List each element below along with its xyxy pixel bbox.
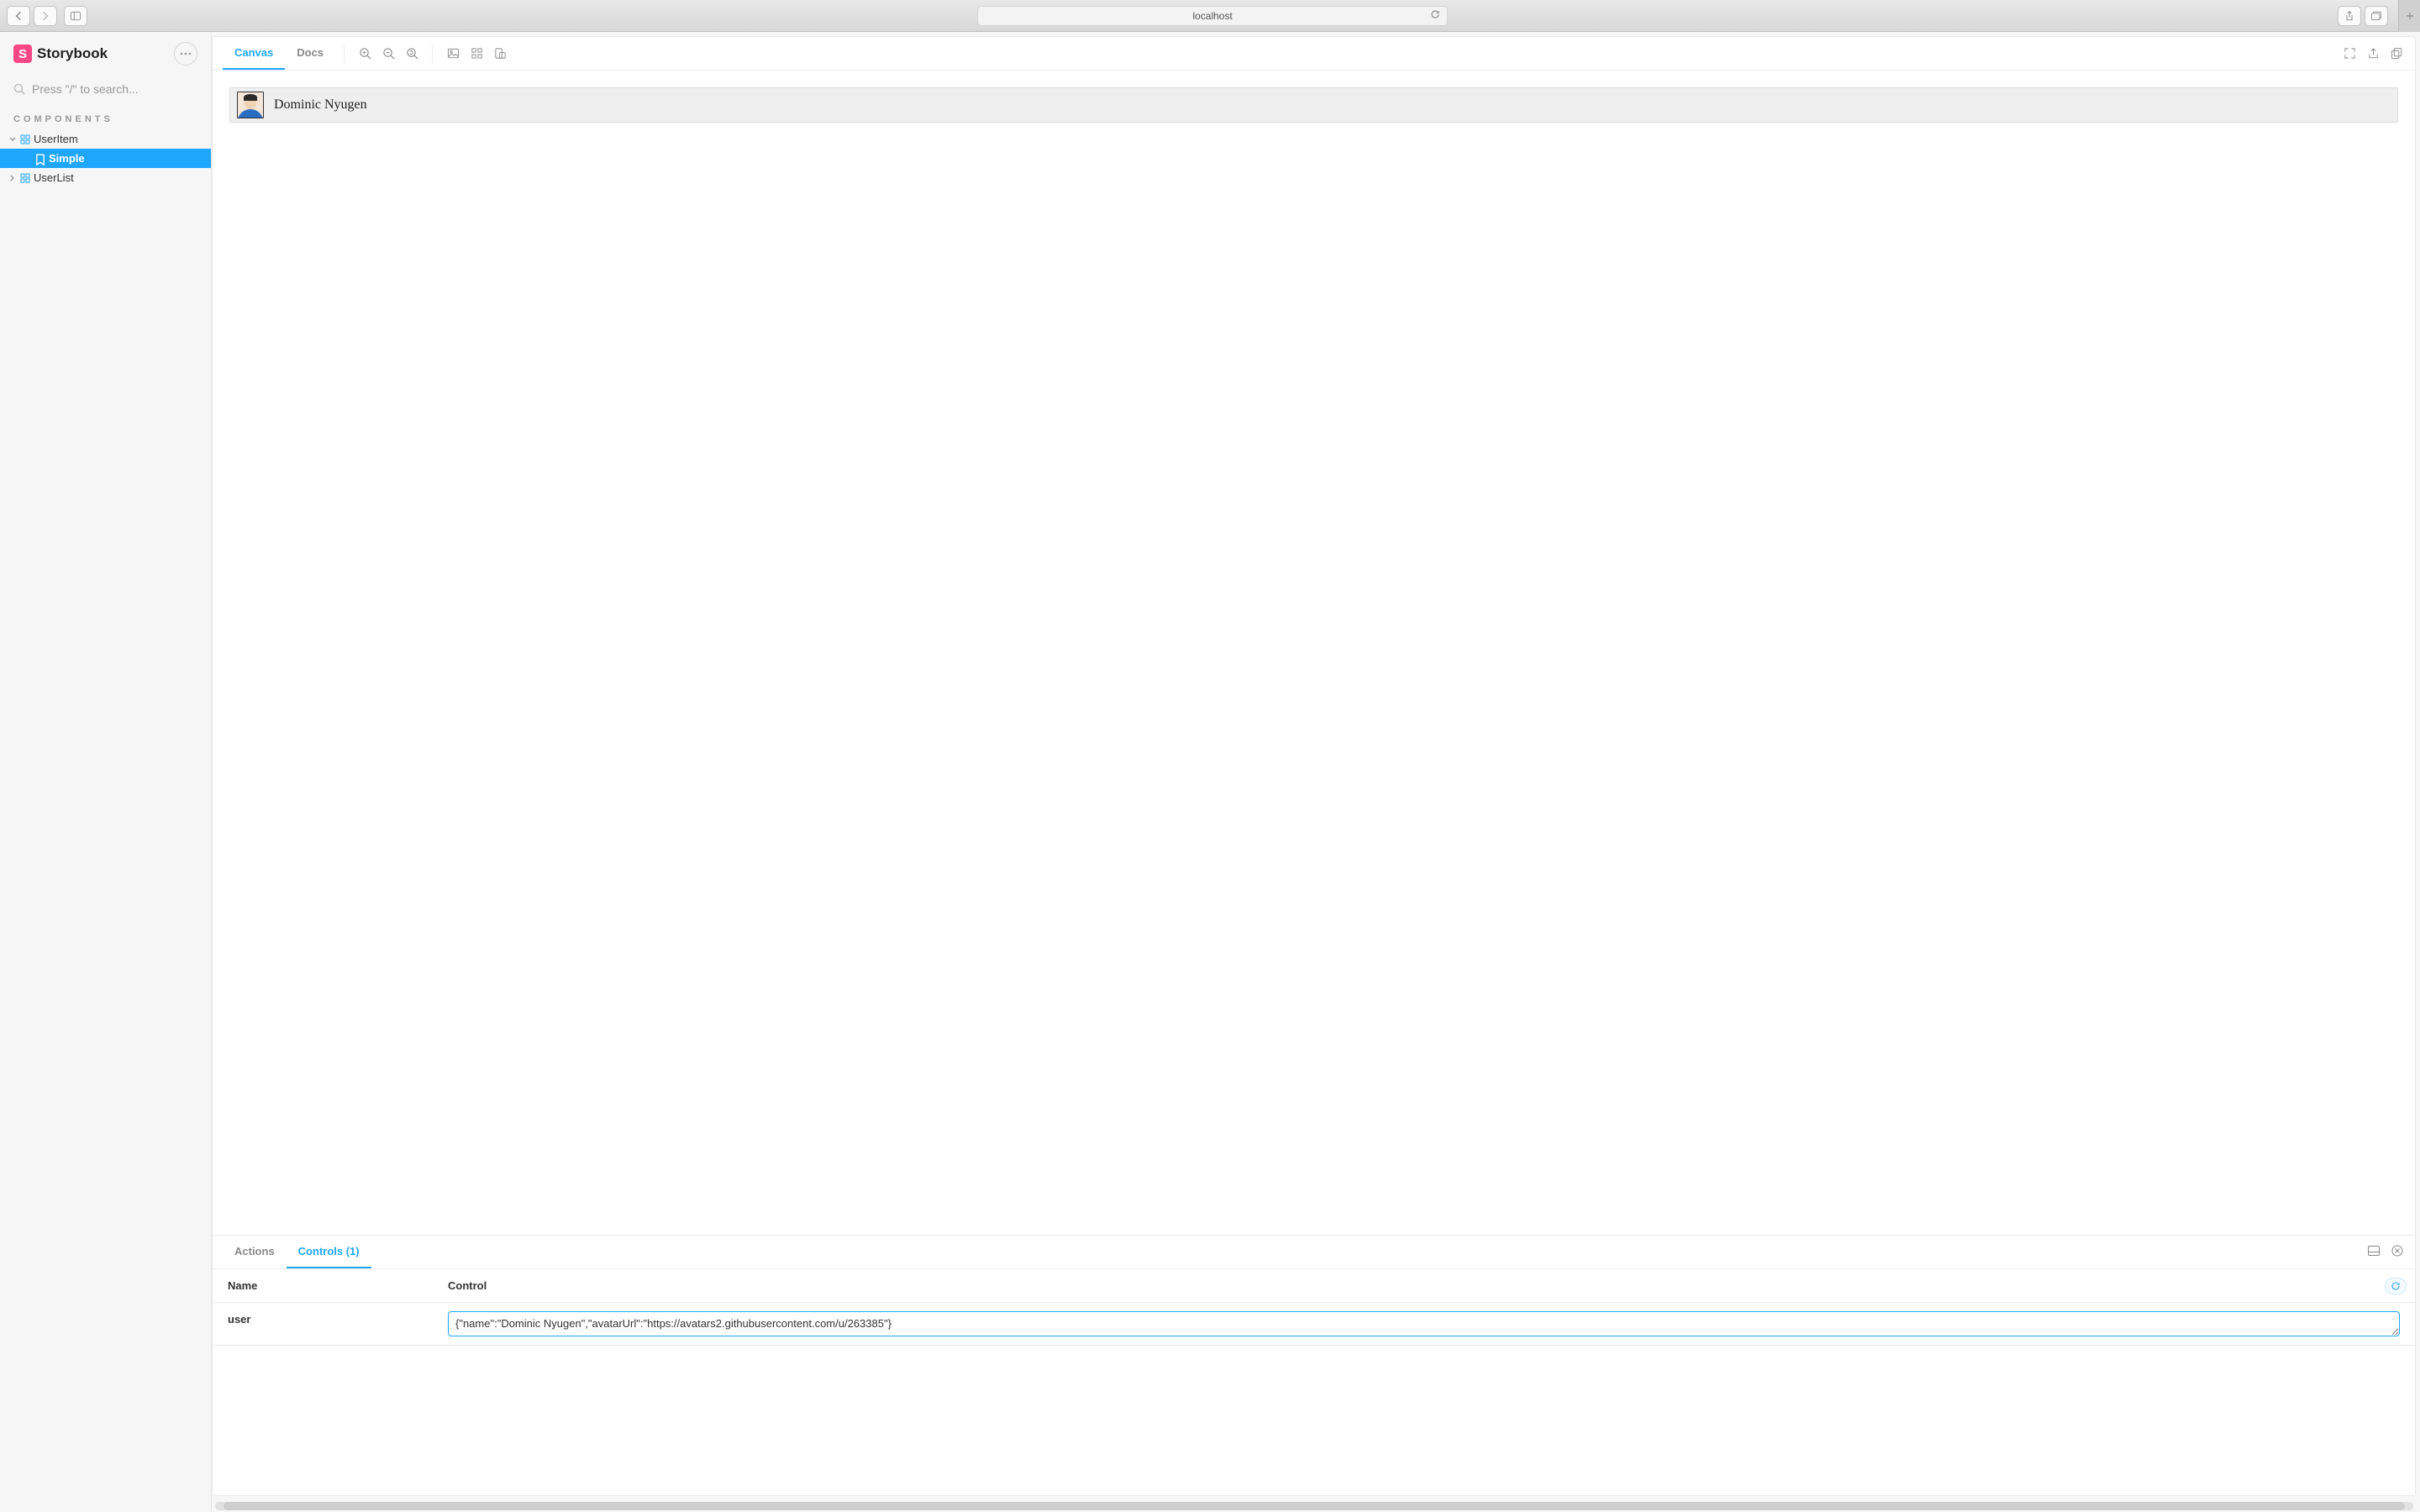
col-name-header: Name (213, 1269, 448, 1302)
tab-actions[interactable]: Actions (223, 1236, 287, 1268)
toggle-background-button[interactable] (441, 37, 465, 70)
copy-link-button[interactable] (2385, 37, 2408, 70)
copy-icon (2391, 47, 2403, 60)
tab-canvas[interactable]: Canvas (223, 37, 285, 70)
useritem-preview: Dominic Nyugen (229, 87, 2398, 123)
storybook-logo-icon: S (13, 45, 32, 63)
search-input[interactable]: Press "/" to search... (13, 79, 197, 99)
tree-item-label: UserList (34, 171, 74, 184)
chevron-down-icon (8, 135, 17, 144)
avatar (237, 92, 264, 118)
zoom-in-button[interactable] (353, 37, 376, 70)
brand-name: Storybook (37, 45, 108, 62)
preview-toolbar: Canvas Docs (213, 37, 2415, 71)
horizontal-scrollbar[interactable] (215, 1502, 2413, 1510)
toggle-grid-button[interactable] (465, 37, 488, 70)
toggle-sidebar-button[interactable] (64, 6, 87, 26)
back-button[interactable] (7, 6, 30, 26)
user-name: Dominic Nyugen (274, 97, 367, 113)
layout-icon (2368, 1245, 2380, 1257)
zoom-out-button[interactable] (376, 37, 400, 70)
component-icon (20, 134, 30, 144)
open-tab-button[interactable] (2361, 37, 2385, 70)
viewport-icon (494, 47, 507, 60)
component-icon (20, 173, 30, 183)
reset-controls-button[interactable] (2385, 1278, 2407, 1294)
zoom-in-icon (359, 47, 371, 60)
share-button[interactable] (2338, 6, 2361, 26)
url-text: localhost (1192, 10, 1232, 22)
control-user-input[interactable] (448, 1311, 2400, 1336)
tab-docs[interactable]: Docs (285, 37, 335, 70)
ellipsis-icon (180, 52, 192, 55)
open-tab-icon (2367, 47, 2380, 60)
sidebar-section-heading: COMPONENTS (0, 101, 211, 129)
viewport-button[interactable] (488, 37, 512, 70)
component-tree: UserItem Simple UserList (0, 129, 211, 187)
close-panel-button[interactable] (2391, 1245, 2403, 1259)
addons-panel: Actions Controls (1) Name Control (213, 1235, 2415, 1495)
zoom-reset-icon (406, 47, 418, 60)
url-bar[interactable]: localhost (977, 6, 1448, 26)
chevron-left-icon (13, 11, 24, 21)
story-icon (35, 154, 45, 164)
photo-icon (447, 47, 460, 60)
expand-icon (2344, 47, 2356, 60)
preview-canvas: Dominic Nyugen (213, 71, 2415, 1235)
col-control-header: Control (448, 1269, 2415, 1302)
search-placeholder: Press "/" to search... (32, 82, 139, 96)
tree-item-label: Simple (49, 152, 85, 165)
tree-item-userlist[interactable]: UserList (0, 168, 211, 187)
tree-item-useritem[interactable]: UserItem (0, 129, 211, 149)
forward-button[interactable] (34, 6, 57, 26)
main: Canvas Docs (212, 36, 2416, 1496)
scrollbar-thumb[interactable] (224, 1502, 2404, 1510)
new-tab-button[interactable] (2398, 0, 2420, 32)
browser-toolbar: localhost (0, 0, 2420, 32)
controls-header-row: Name Control (213, 1269, 2415, 1303)
tabs-icon (2371, 11, 2381, 21)
zoom-out-icon (382, 47, 395, 60)
tabs-button[interactable] (2365, 6, 2388, 26)
sidebar-menu-button[interactable] (174, 42, 197, 66)
sidebar-icon (71, 11, 81, 21)
reload-icon[interactable] (1430, 9, 1440, 22)
control-row-user: user (213, 1303, 2415, 1345)
search-icon (13, 83, 25, 95)
chevron-right-icon (40, 11, 50, 21)
sidebar: S Storybook Press "/" to search... COMPO… (0, 32, 212, 1512)
chevron-right-icon (8, 174, 17, 182)
panel-orientation-button[interactable] (2368, 1245, 2380, 1259)
tab-controls[interactable]: Controls (1) (287, 1236, 371, 1268)
tree-item-simple[interactable]: Simple (0, 149, 211, 168)
tree-item-label: UserItem (34, 133, 78, 145)
refresh-icon (2391, 1281, 2401, 1291)
close-icon (2391, 1245, 2403, 1257)
plus-icon (2405, 11, 2415, 21)
zoom-reset-button[interactable] (400, 37, 424, 70)
share-icon (2344, 11, 2354, 21)
grid-icon (471, 47, 483, 60)
control-name: user (213, 1303, 448, 1345)
fullscreen-button[interactable] (2338, 37, 2361, 70)
